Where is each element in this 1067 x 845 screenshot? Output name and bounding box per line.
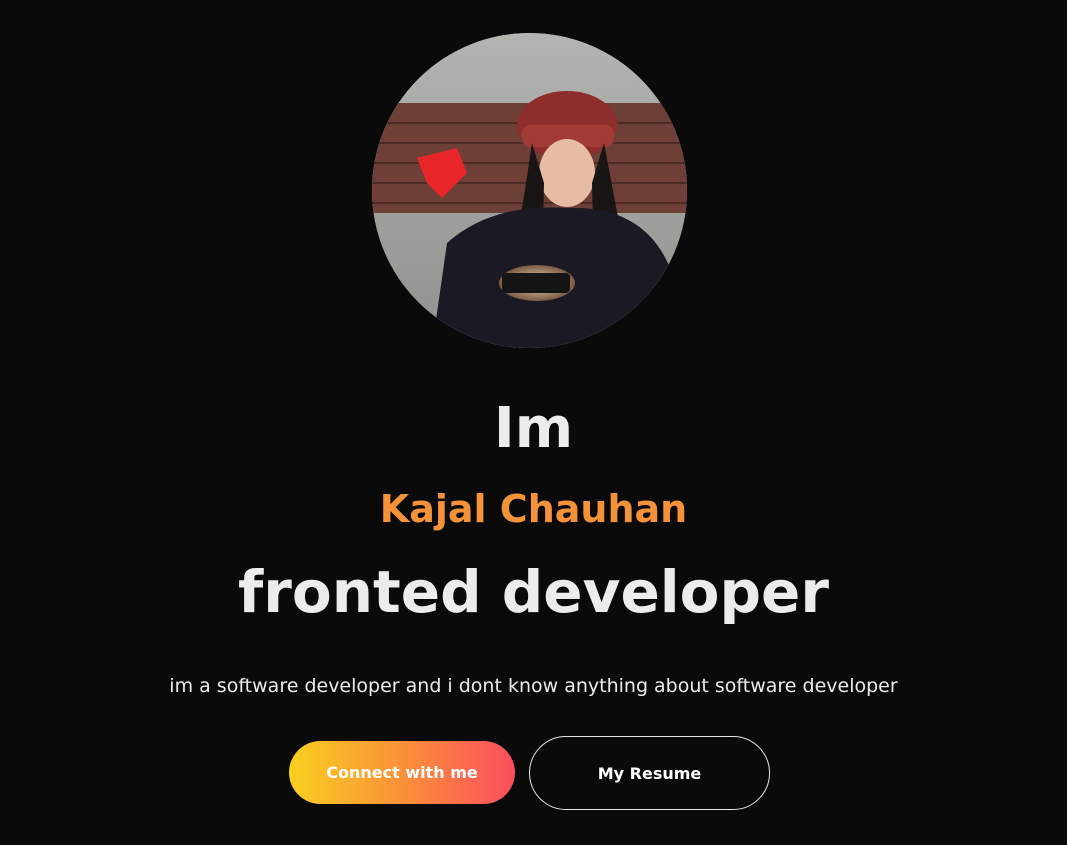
hero-section: Im Kajal Chauhan fronted developer im a …: [0, 0, 1067, 845]
tagline-text: im a software developer and i dont know …: [169, 675, 898, 697]
profile-avatar: [372, 33, 687, 348]
role-heading: fronted developer: [238, 558, 829, 626]
profile-photo: [372, 33, 687, 348]
greeting-heading: Im: [493, 396, 574, 461]
connect-button[interactable]: Connect with me: [289, 741, 515, 804]
resume-button[interactable]: My Resume: [529, 736, 770, 810]
name-heading: Kajal Chauhan: [379, 487, 688, 531]
